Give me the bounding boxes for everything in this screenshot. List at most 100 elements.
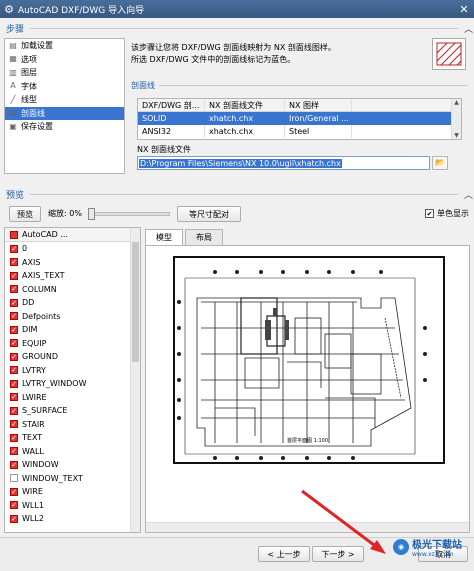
layer-checkbox[interactable]: ✓ xyxy=(10,298,18,307)
layer-checkbox[interactable]: ✓ xyxy=(10,393,18,402)
tab-layout[interactable]: 布局 xyxy=(185,229,223,245)
step-item[interactable]: ▦ 选项 xyxy=(5,53,124,67)
layer-checkbox[interactable]: ✓ xyxy=(10,514,18,523)
layer-item[interactable]: ✓ COLUMN xyxy=(5,283,140,297)
layer-checkbox[interactable]: ✓ xyxy=(10,433,18,442)
layer-list-scrollbar[interactable] xyxy=(130,228,140,532)
layer-item[interactable]: ✓ AXIS_TEXT xyxy=(5,269,140,283)
preview-button[interactable]: 预览 xyxy=(9,206,41,222)
layer-checkbox[interactable]: ✓ xyxy=(10,366,18,375)
layer-list-header[interactable]: AutoCAD ... xyxy=(5,228,140,242)
column-header-pattern[interactable]: NX 图样 xyxy=(285,99,352,111)
section-divider xyxy=(159,85,468,86)
layer-item[interactable]: ✓ 0 xyxy=(5,242,140,256)
step-item[interactable]: ▤ 加载设置 xyxy=(5,39,124,53)
cell-pattern[interactable]: Iron/General ... xyxy=(285,112,352,125)
watermark-name: 极光下载站 xyxy=(412,540,462,551)
layer-checkbox[interactable]: ✓ xyxy=(10,312,18,321)
close-icon[interactable]: ✕ xyxy=(454,3,474,16)
hatch-file-value: D:\Program Files\Siemens\NX 10.0\ugii\xh… xyxy=(139,158,342,168)
layer-label: GROUND xyxy=(22,352,59,362)
drawing-caption: 首层平面图 1:100 xyxy=(287,437,328,444)
layer-item[interactable]: ✓ TEXT xyxy=(5,431,140,445)
cell-pattern[interactable]: Steel xyxy=(285,125,352,138)
layer-item[interactable]: ✓ WLL1 xyxy=(5,499,140,513)
layer-checkbox[interactable]: ✓ xyxy=(10,325,18,334)
fit-button[interactable]: 等尺寸配对 xyxy=(177,206,241,222)
layer-item[interactable]: ✓ GROUND xyxy=(5,350,140,364)
layer-checkbox[interactable]: ✓ xyxy=(10,271,18,280)
scroll-down-icon[interactable]: ▼ xyxy=(452,132,461,139)
step-item[interactable]: A 字体 xyxy=(5,80,124,94)
layer-item[interactable]: ✓ WALL xyxy=(5,445,140,459)
layer-item[interactable]: ✓ LWIRE xyxy=(5,391,140,405)
layer-checkbox[interactable]: ✓ xyxy=(10,352,18,361)
hatch-file-input[interactable]: D:\Program Files\Siemens\NX 10.0\ugii\xh… xyxy=(137,156,430,170)
scrollbar-thumb[interactable] xyxy=(132,242,139,362)
step-label: 加载设置 xyxy=(21,41,53,51)
layer-item[interactable]: ✓ WIRE xyxy=(5,485,140,499)
step-item[interactable]: ▣ 保存设置 xyxy=(5,120,124,134)
chevron-up-icon[interactable]: ︿ xyxy=(464,188,474,201)
layer-item[interactable]: ✓ DIM xyxy=(5,323,140,337)
layer-item[interactable]: ✓ WINDOW xyxy=(5,458,140,472)
layer-checkbox[interactable]: ✓ xyxy=(10,258,18,267)
layer-checkbox[interactable] xyxy=(10,474,18,483)
browse-folder-button[interactable]: 📂 xyxy=(432,156,448,170)
layer-checkbox[interactable]: ✓ xyxy=(10,420,18,429)
layer-item[interactable]: ✓ LVTRY xyxy=(5,364,140,378)
table-row[interactable]: SOLID xhatch.chx Iron/General ... xyxy=(138,112,461,125)
layer-item[interactable]: ✓ AXIS xyxy=(5,256,140,270)
hatch-preview-swatch xyxy=(432,38,466,70)
preview-canvas[interactable]: 首层平面图 1:100 xyxy=(145,245,470,533)
preview-hscrollbar[interactable] xyxy=(146,522,469,532)
layer-label: COLUMN xyxy=(22,284,57,294)
steps-list: ▤ 加载设置 ▦ 选项 ▥ 图层 A 字体 ╱ 线型 ▧ 剖面线 ▣ 保存设置 xyxy=(4,38,125,174)
layer-checkbox[interactable]: ✓ xyxy=(10,244,18,253)
layer-checkbox[interactable]: ✓ xyxy=(10,447,18,456)
scroll-up-icon[interactable]: ▲ xyxy=(452,99,461,106)
zoom-slider[interactable] xyxy=(88,208,170,220)
step-item[interactable]: ▧ 剖面线 xyxy=(5,106,124,120)
description-line-2: 所选 DXF/DWG 文件中的剖面线标记为蓝色。 xyxy=(131,55,296,64)
monochrome-checkbox[interactable]: ✔ xyxy=(425,209,434,218)
hatch-icon: ▧ xyxy=(9,108,17,118)
table-row[interactable]: ANSI32 xhatch.chx Steel xyxy=(138,125,461,138)
cell-file: xhatch.chx xyxy=(205,125,285,138)
tab-model[interactable]: 模型 xyxy=(145,229,183,245)
layer-checkbox[interactable]: ✓ xyxy=(10,406,18,415)
monochrome-toggle[interactable]: ✔ 单色显示 xyxy=(425,208,469,219)
layer-item[interactable]: ✓ S_SURFACE xyxy=(5,404,140,418)
layer-label: WIRE xyxy=(22,487,43,497)
layer-checkbox[interactable]: ✓ xyxy=(10,501,18,510)
step-description: 该步骤让您将 DXF/DWG 剖面线映射为 NX 剖面线图样。 所选 DXF/D… xyxy=(131,42,336,66)
layer-checkbox[interactable]: ✓ xyxy=(10,487,18,496)
layer-checkbox[interactable]: ✓ xyxy=(10,460,18,469)
table-scrollbar[interactable]: ▲ ▼ xyxy=(451,99,461,139)
layer-item[interactable]: ✓ STAIR xyxy=(5,418,140,432)
step-item[interactable]: ▥ 图层 xyxy=(5,66,124,80)
column-header-dxf[interactable]: DXF/DWG 剖... xyxy=(138,99,205,111)
layer-item[interactable]: ✓ Defpoints xyxy=(5,310,140,324)
steps-section-header[interactable]: 步骤 ︿ xyxy=(0,21,474,35)
layer-checkbox[interactable]: ✓ xyxy=(10,379,18,388)
preview-section-header[interactable]: 预览 ︿ xyxy=(0,187,474,201)
preview-section-label: 预览 xyxy=(6,190,25,201)
layer-item[interactable]: ✓ LVTRY_WINDOW xyxy=(5,377,140,391)
back-button[interactable]: < 上一步 xyxy=(258,546,310,562)
select-all-checkbox[interactable] xyxy=(10,230,18,239)
layer-label: S_SURFACE xyxy=(22,406,68,416)
zoom-slider-thumb[interactable] xyxy=(88,208,95,220)
step-item[interactable]: ╱ 线型 xyxy=(5,93,124,107)
column-header-file[interactable]: NX 剖面线文件 xyxy=(205,99,285,111)
layer-label: STAIR xyxy=(22,419,45,429)
layer-item[interactable]: ✓ EQUIP xyxy=(5,337,140,351)
options-icon: ▦ xyxy=(9,54,17,64)
next-button[interactable]: 下一步 > xyxy=(312,546,364,562)
layer-item[interactable]: WINDOW_TEXT xyxy=(5,472,140,486)
layer-checkbox[interactable]: ✓ xyxy=(10,339,18,348)
layer-item[interactable]: ✓ WLL2 xyxy=(5,512,140,526)
chevron-up-icon[interactable]: ︿ xyxy=(464,22,474,35)
layer-item[interactable]: ✓ DD xyxy=(5,296,140,310)
layer-checkbox[interactable]: ✓ xyxy=(10,285,18,294)
